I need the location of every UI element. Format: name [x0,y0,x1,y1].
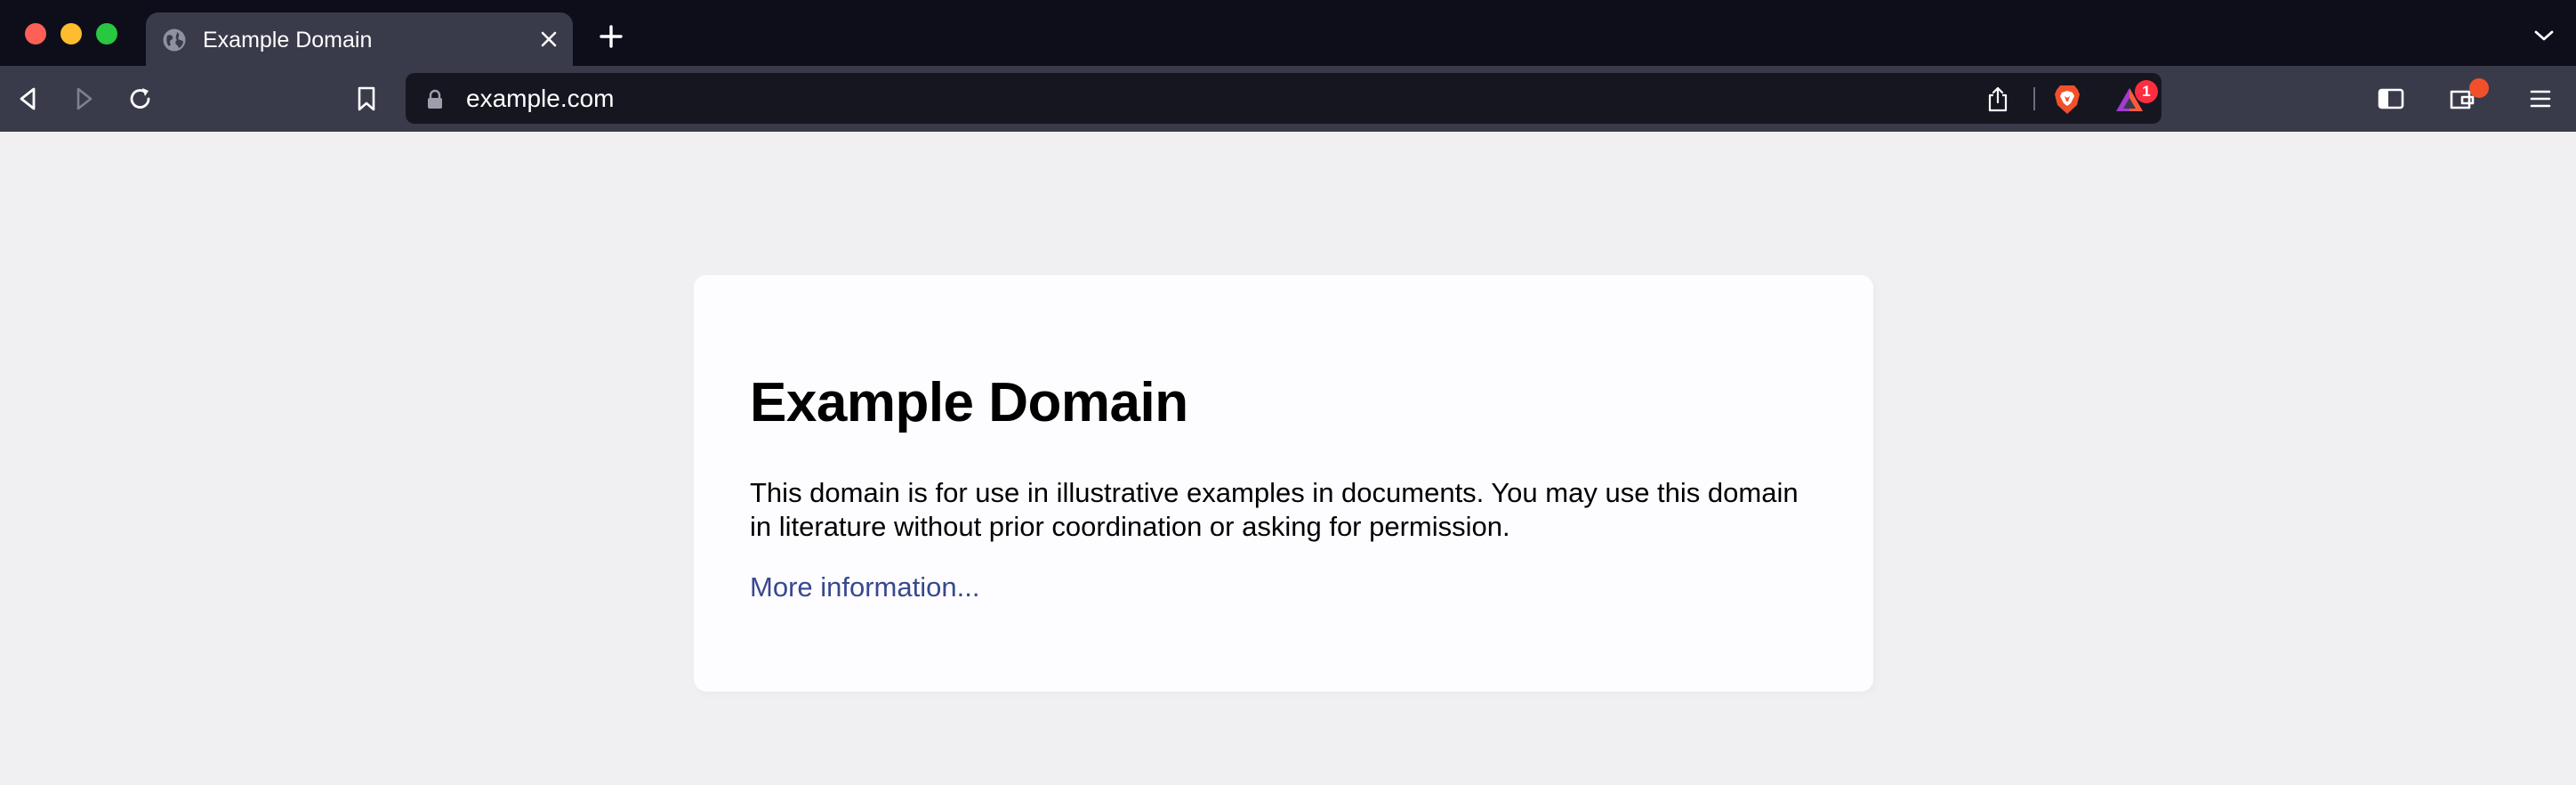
close-icon[interactable] [537,28,560,51]
tab-example-domain[interactable]: Example Domain [146,12,573,66]
hamburger-menu-icon[interactable] [2526,85,2555,113]
tab-strip: Example Domain [0,0,2576,66]
back-arrow-icon[interactable] [14,85,43,113]
lock-icon[interactable] [427,89,443,109]
globe-icon [162,28,187,53]
page-paragraph: This domain is for use in illustrative e… [750,477,1799,542]
bookmark-icon[interactable] [352,85,381,113]
brave-shield-icon[interactable] [2053,84,2081,116]
rewards-badge: 1 [2135,80,2158,103]
address-bar[interactable]: example.com 1 [406,73,2161,124]
more-information-link[interactable]: More information... [750,571,979,604]
forward-arrow-icon[interactable] [69,85,98,113]
content-card: Example Domain This domain is for use in… [694,275,1873,692]
window-close-button[interactable] [25,23,46,45]
window-maximize-button[interactable] [96,23,117,45]
address-bar-divider [2033,87,2035,110]
chevron-down-icon[interactable] [2533,28,2555,43]
page-title: Example Domain [750,372,1188,433]
url-text[interactable]: example.com [466,84,615,114]
sidebar-icon[interactable] [2377,85,2405,113]
share-icon[interactable] [1985,85,2010,112]
window-minimize-button[interactable] [60,23,82,45]
navigation-toolbar: example.com 1 [0,66,2576,132]
wallet-notification-dot [2469,78,2489,98]
tab-title: Example Domain [203,28,373,53]
plus-icon[interactable] [598,23,624,50]
reload-icon[interactable] [126,85,155,113]
